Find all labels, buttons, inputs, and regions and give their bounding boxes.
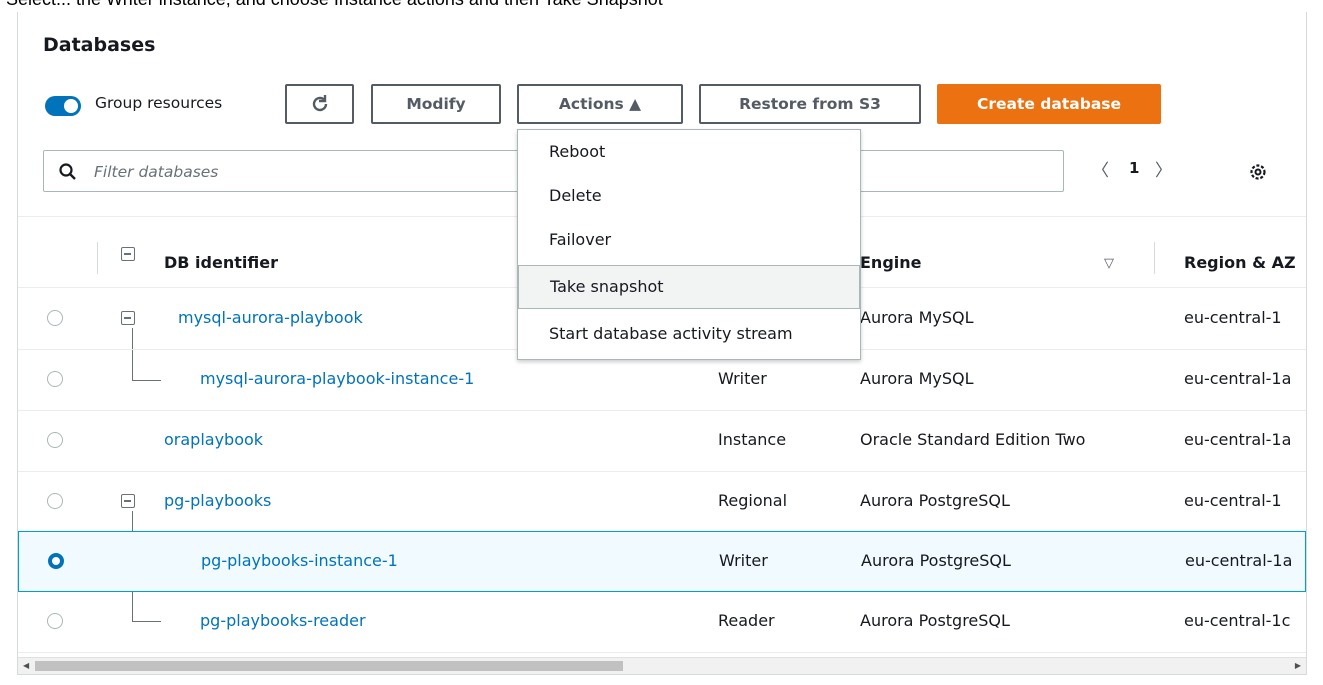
refresh-button[interactable]	[285, 84, 354, 124]
db-identifier-link[interactable]: pg-playbooks-instance-1	[201, 551, 398, 570]
role-cell: Regional	[718, 491, 788, 510]
scroll-left-icon[interactable]: ◀	[23, 661, 29, 670]
engine-cell: Aurora PostgreSQL	[860, 491, 1010, 510]
menu-item-delete[interactable]: Delete	[518, 174, 860, 218]
row-radio[interactable]	[47, 371, 63, 387]
menu-item-failover[interactable]: Failover	[518, 218, 860, 262]
prev-page-button[interactable]: 〈	[1092, 156, 1109, 181]
row-radio[interactable]	[47, 493, 63, 509]
actions-dropdown-menu: Reboot Delete Failover Take snapshot Sta…	[517, 129, 861, 360]
actions-button[interactable]: Actions ▲	[517, 84, 683, 124]
engine-cell: Oracle Standard Edition Two	[860, 430, 1086, 449]
menu-item-take-snapshot[interactable]: Take snapshot	[518, 265, 860, 309]
header-region-az[interactable]: Region & AZ	[1184, 253, 1296, 272]
db-identifier-link[interactable]: pg-playbooks-reader	[200, 611, 366, 630]
sort-down-icon[interactable]: ▽	[1104, 256, 1114, 271]
column-separator	[1154, 242, 1155, 274]
group-resources-toggle[interactable]	[45, 96, 81, 116]
collapse-group-icon[interactable]	[121, 494, 135, 508]
scrollbar-thumb[interactable]	[35, 661, 623, 671]
toggle-knob	[64, 99, 78, 113]
role-cell: Reader	[718, 611, 775, 630]
table-row[interactable]: pg-playbooks-reader Reader Aurora Postgr…	[18, 592, 1306, 653]
engine-cell: Aurora MySQL	[860, 369, 974, 388]
search-icon	[59, 163, 76, 180]
table-row[interactable]: oraplaybook Instance Oracle Standard Edi…	[18, 411, 1306, 472]
header-engine[interactable]: Engine	[860, 253, 922, 272]
table-row-selected[interactable]: pg-playbooks-instance-1 Writer Aurora Po…	[18, 531, 1306, 592]
role-cell: Writer	[718, 369, 767, 388]
role-cell: Instance	[718, 430, 787, 449]
engine-cell: Aurora PostgreSQL	[860, 611, 1010, 630]
instruction-banner: Select... the Writer instance, and choos…	[0, 0, 1323, 12]
region-cell: eu-central-1	[1184, 491, 1282, 510]
restore-from-s3-button[interactable]: Restore from S3	[699, 84, 921, 124]
menu-item-reboot[interactable]: Reboot	[518, 130, 860, 174]
next-page-button[interactable]: 〉	[1155, 156, 1172, 181]
region-cell: eu-central-1a	[1184, 369, 1292, 388]
db-identifier-link[interactable]: mysql-aurora-playbook	[178, 308, 363, 327]
modify-button[interactable]: Modify	[371, 84, 501, 124]
column-separator	[97, 242, 98, 274]
page-title: Databases	[43, 34, 156, 56]
db-identifier-link[interactable]: oraplaybook	[164, 430, 263, 449]
db-identifier-link[interactable]: pg-playbooks	[164, 491, 271, 510]
row-radio-selected[interactable]	[48, 553, 64, 569]
refresh-icon	[312, 95, 327, 112]
search-placeholder: Filter databases	[94, 163, 219, 181]
scroll-right-icon[interactable]: ▶	[1295, 661, 1301, 670]
horizontal-scrollbar[interactable]: ◀ ▶	[18, 657, 1306, 674]
collapse-all-icon[interactable]	[121, 247, 135, 261]
settings-gear-icon[interactable]	[1248, 162, 1268, 182]
group-resources-label: Group resources	[95, 94, 223, 112]
engine-cell: Aurora MySQL	[860, 308, 974, 327]
row-radio[interactable]	[47, 310, 63, 326]
region-cell: eu-central-1	[1184, 308, 1282, 327]
engine-cell: Aurora PostgreSQL	[861, 551, 1011, 570]
menu-item-start-activity-stream[interactable]: Start database activity stream	[518, 312, 860, 356]
role-cell: Writer	[719, 551, 768, 570]
region-cell: eu-central-1c	[1184, 611, 1291, 630]
region-cell: eu-central-1a	[1185, 551, 1293, 570]
region-cell: eu-central-1a	[1184, 430, 1292, 449]
row-radio[interactable]	[47, 613, 63, 629]
page-number[interactable]: 1	[1129, 159, 1139, 177]
db-identifier-link[interactable]: mysql-aurora-playbook-instance-1	[200, 369, 474, 388]
header-db-identifier[interactable]: DB identifier	[164, 253, 278, 272]
create-database-button[interactable]: Create database	[937, 84, 1161, 124]
table-row[interactable]: pg-playbooks Regional Aurora PostgreSQL …	[18, 472, 1306, 533]
collapse-group-icon[interactable]	[121, 311, 135, 325]
databases-panel: Databases Group resources Modify Actions…	[17, 12, 1307, 675]
row-radio[interactable]	[47, 432, 63, 448]
